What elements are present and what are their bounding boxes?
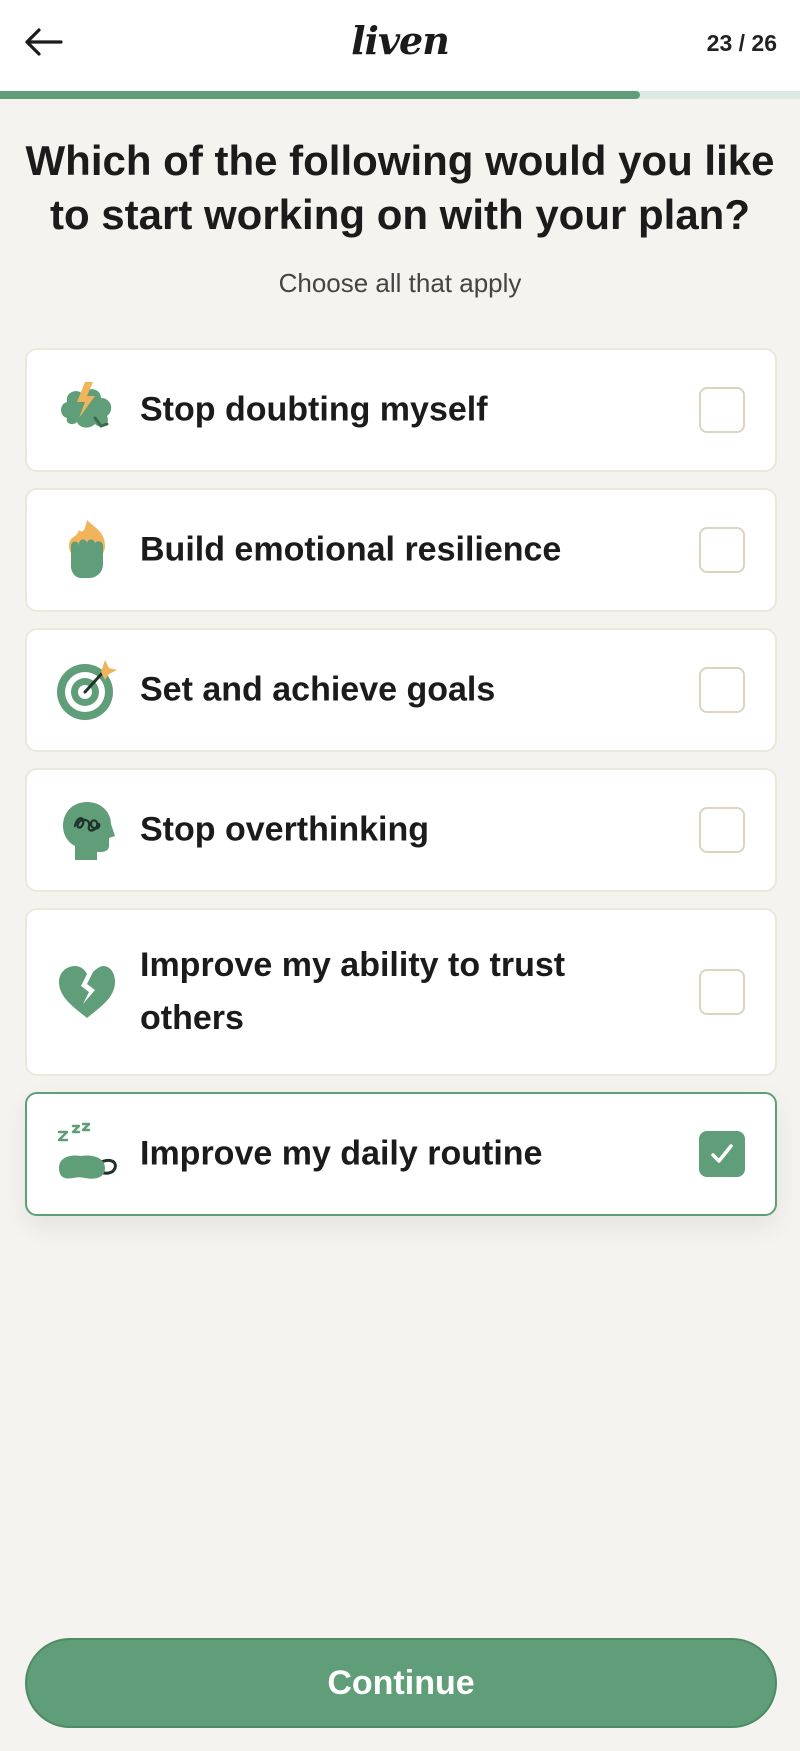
option-checkbox[interactable] xyxy=(699,807,745,853)
liven-logo: liven xyxy=(351,18,450,63)
option-improve-daily-routine[interactable]: Improve my daily routine xyxy=(25,1092,777,1216)
brain-lightning-icon xyxy=(61,382,112,428)
option-stop-doubting-myself[interactable]: Stop doubting myself xyxy=(25,348,777,472)
option-label: Stop overthinking xyxy=(140,810,429,849)
question-subtitle: Choose all that apply xyxy=(278,268,522,298)
fist-flame-icon xyxy=(69,520,105,578)
option-label: Stop doubting myself xyxy=(140,390,488,429)
options-list: Stop doubting myself Build emotional res… xyxy=(25,348,777,1232)
broken-heart-icon xyxy=(59,966,115,1018)
continue-button[interactable]: Continue xyxy=(25,1638,777,1728)
option-checkbox[interactable] xyxy=(699,387,745,433)
option-label: Improve my daily routine xyxy=(140,1134,543,1173)
sleep-mask-icon xyxy=(57,1122,117,1179)
option-checkbox[interactable] xyxy=(699,1131,745,1177)
checkmark-icon xyxy=(711,1144,733,1163)
option-label: Improve my ability to trust others xyxy=(140,946,566,1037)
progress-bar-fill xyxy=(0,91,640,99)
option-set-and-achieve-goals[interactable]: Set and achieve goals xyxy=(25,628,777,752)
option-label: Build emotional resilience xyxy=(140,530,562,569)
option-checkbox[interactable] xyxy=(699,969,745,1015)
head-scribble-icon xyxy=(63,802,115,860)
step-counter: 23 / 26 xyxy=(706,30,777,56)
target-arrow-icon xyxy=(57,660,117,720)
option-checkbox[interactable] xyxy=(699,527,745,573)
option-checkbox[interactable] xyxy=(699,667,745,713)
progress-bar xyxy=(0,91,800,99)
option-label: Set and achieve goals xyxy=(140,670,496,709)
option-stop-overthinking[interactable]: Stop overthinking xyxy=(25,768,777,892)
top-bar: liven 23 / 26 xyxy=(0,0,800,91)
option-build-emotional-resilience[interactable]: Build emotional resilience xyxy=(25,488,777,612)
question-title: Which of the following would you like to… xyxy=(25,137,775,238)
option-improve-ability-to-trust[interactable]: Improve my ability to trust others xyxy=(25,908,777,1076)
